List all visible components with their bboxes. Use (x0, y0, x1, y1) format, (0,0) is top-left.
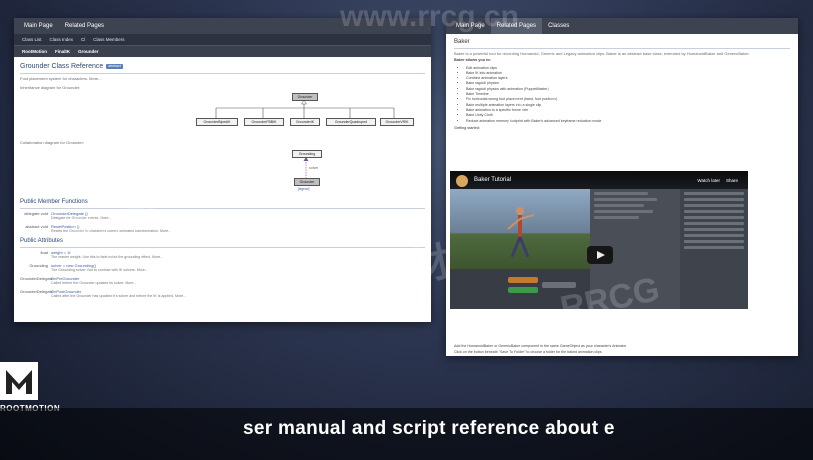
logo-mark (6, 370, 32, 394)
attribute-type: Grounding (29, 263, 48, 268)
public-functions-heading: Public Member Functions (20, 199, 88, 205)
left-document-body: Grounder Class Reference abstract Foot p… (14, 57, 431, 307)
tab-class-members[interactable]: Class Members (89, 37, 128, 42)
left-nav-bar: Main Page Related Pages (14, 18, 431, 34)
inspector-row (684, 246, 744, 249)
tab-classes[interactable]: Classes (542, 18, 575, 34)
abstract-badge: abstract (106, 64, 123, 69)
attribute-type: GrounderDelegate (20, 289, 53, 294)
member-description: Delegate for Grounder events. More... (51, 216, 112, 220)
crumb-grounder[interactable]: Grounder (74, 49, 103, 54)
divider (20, 208, 425, 209)
hierarchy-row (594, 192, 648, 195)
list-item: Reduce animation memory footprint with B… (466, 119, 790, 124)
attribute-type: float (40, 250, 48, 255)
member-type: abstract void (25, 224, 48, 229)
diagram-node-quadruped[interactable]: GrounderQuadruped (326, 118, 376, 126)
share-button[interactable]: Share (726, 178, 738, 183)
diagram-node-bipedik[interactable]: GrounderBipedIK (196, 118, 238, 126)
feature-list: Edit animation clips Bake IK into animat… (466, 66, 790, 124)
divider (20, 247, 425, 248)
hierarchy-row (594, 198, 657, 201)
attribute-description: Called before the Grounder updates its s… (51, 281, 137, 285)
divider (20, 73, 425, 74)
page-title: Baker (454, 39, 470, 45)
member-description: Resets the Grounder to characters curren… (51, 229, 172, 233)
crumb-finalik[interactable]: FinalIK (51, 49, 74, 54)
collaboration-diagram: Grounding solver Grounder [legend] (20, 145, 425, 195)
hierarchy-row (594, 216, 639, 219)
rootmotion-logo (0, 362, 38, 400)
inspector-row (684, 222, 744, 225)
animator-node (508, 277, 538, 283)
tab-class-index[interactable]: Class Index (46, 37, 78, 42)
video-animator-view (450, 269, 590, 309)
inspector-row (684, 198, 744, 201)
tab-related-pages[interactable]: Related Pages (490, 18, 543, 34)
inspector-row (684, 216, 744, 219)
tab-class-hierarchy[interactable]: Cl (77, 37, 89, 42)
baker-page-window: Main Page Related Pages Classes Baker Ba… (446, 18, 798, 356)
diagram-node-grounder[interactable]: Grounder (292, 93, 318, 101)
inheritance-diagram: Grounder GrounderBipedIK GrounderFBBIK G… (20, 90, 425, 140)
page-title-text: Grounder Class Reference (20, 63, 104, 70)
setup-steps: Add the HumanoidBaker or GenericBaker co… (454, 343, 626, 355)
video-scene-view (450, 189, 590, 269)
collab-node-grounder[interactable]: Grounder (294, 178, 320, 186)
inspector-row (684, 204, 744, 207)
grounder-reference-window: Main Page Related Pages Class List Class… (14, 18, 431, 322)
getting-started-label: Getting started: (454, 125, 480, 130)
video-actions: Watch later Share (697, 178, 738, 183)
tab-class-list[interactable]: Class List (18, 37, 46, 42)
inspector-row (684, 192, 744, 195)
tutorial-video-player[interactable]: Baker Tutorial Watch later Share (450, 171, 748, 309)
collaboration-lines (303, 157, 309, 178)
channel-avatar[interactable] (456, 175, 468, 187)
watch-later-button[interactable]: Watch later (697, 178, 720, 183)
attribute-description: The Grounding solver. Not to confuse wit… (51, 268, 148, 272)
left-sub-nav: Class List Class Index Cl Class Members (14, 34, 431, 45)
crumb-rootmotion[interactable]: RootMotion (18, 49, 51, 54)
divider (454, 48, 790, 49)
legend-link[interactable]: [legend] (298, 187, 309, 192)
tab-main-page[interactable]: Main Page (18, 18, 59, 34)
character-figure (507, 207, 535, 258)
hierarchy-row (594, 210, 653, 213)
member-type: delegate void (24, 211, 48, 216)
animator-node (542, 282, 576, 288)
inspector-row (684, 240, 744, 243)
breadcrumb: RootMotion FinalIK Grounder (14, 45, 431, 57)
class-intro: Foot placement system for characters. Mo… (20, 76, 102, 81)
diagram-node-vrik[interactable]: GrounderVRIK (380, 118, 414, 126)
subtitle-text: ser manual and script reference about e (243, 418, 615, 439)
play-icon[interactable] (587, 246, 613, 264)
attribute-description: The master weight. Use this to fade in/o… (51, 255, 164, 259)
baker-intro: Baker is a powerful tool for recording H… (454, 51, 750, 56)
diagram-node-fbbik[interactable]: GrounderFBBIK (244, 118, 284, 126)
public-attributes-heading: Public Attributes (20, 238, 64, 244)
inspector-row (684, 210, 744, 213)
list-item: Click on the button beneath "Save To Fol… (454, 350, 602, 354)
inspector-row (684, 234, 744, 237)
attribute-description: Called after the Grounder has updated it… (51, 294, 187, 298)
attribute-type: GrounderDelegate (20, 276, 53, 281)
right-nav-bar: Main Page Related Pages Classes (446, 18, 798, 34)
video-inspector-panel (680, 189, 748, 309)
page-title: Grounder Class Reference abstract (20, 62, 425, 71)
collab-edge-label: solver (309, 166, 319, 170)
inheritance-lines (215, 99, 395, 118)
diagram-node-ik[interactable]: GrounderIK (290, 118, 320, 126)
tab-related-pages[interactable]: Related Pages (59, 18, 110, 34)
collab-node-grounding[interactable]: Grounding (292, 150, 322, 158)
inspector-row (684, 228, 744, 231)
hierarchy-row (594, 204, 644, 207)
tab-main-page[interactable]: Main Page (450, 18, 491, 34)
animator-node (508, 287, 538, 293)
allows-label: Baker allows you to: (454, 58, 491, 63)
right-document-body: Baker Baker is a powerful tool for recor… (446, 34, 798, 135)
video-title[interactable]: Baker Tutorial (474, 177, 511, 183)
